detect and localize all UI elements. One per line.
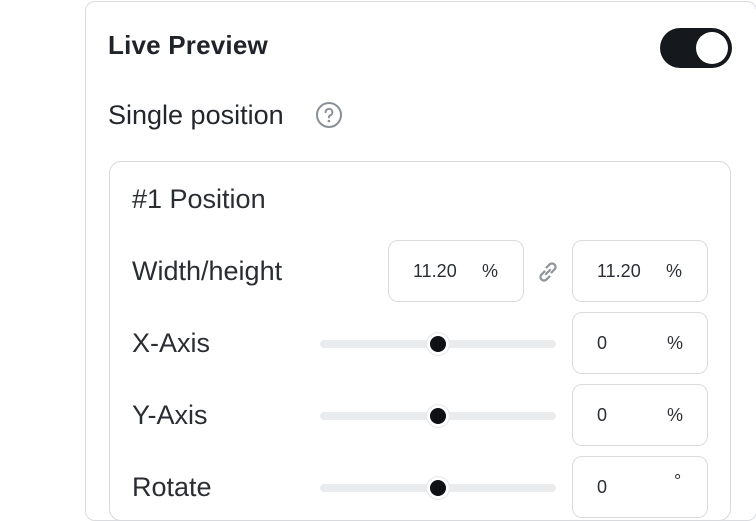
slider-thumb[interactable] (427, 333, 449, 355)
width-input[interactable]: 11.20 % (388, 240, 524, 302)
x-axis-unit: % (667, 333, 684, 353)
position-title: #1 Position (132, 184, 266, 214)
y-axis-input[interactable]: 0 % (572, 384, 708, 446)
live-preview-toggle[interactable] (660, 28, 732, 68)
width-unit: % (482, 261, 499, 281)
question-circle-icon[interactable] (315, 101, 343, 129)
width-value: 11.20 (413, 261, 457, 281)
rotate-label: Rotate (132, 472, 212, 502)
rotate-value: 0 (597, 477, 608, 497)
y-axis-label: Y-Axis (132, 400, 208, 430)
y-axis-unit: % (667, 405, 684, 425)
toggle-knob (696, 32, 728, 64)
height-input[interactable]: 11.20 % (572, 240, 708, 302)
live-preview-title: Live Preview (108, 30, 268, 60)
link-icon[interactable] (533, 257, 563, 287)
single-position-label: Single position (108, 100, 284, 130)
slider-thumb[interactable] (427, 405, 449, 427)
rotate-unit: ° (674, 471, 682, 491)
x-axis-value: 0 (597, 333, 608, 353)
x-axis-slider[interactable] (320, 333, 556, 355)
y-axis-slider[interactable] (320, 405, 556, 427)
x-axis-label: X-Axis (132, 328, 211, 358)
y-axis-value: 0 (597, 405, 608, 425)
x-axis-input[interactable]: 0 % (572, 312, 708, 374)
width-height-label: Width/height (132, 256, 283, 286)
height-unit: % (666, 261, 683, 281)
rotate-input[interactable]: 0 ° (572, 456, 708, 518)
height-value: 11.20 (597, 261, 641, 281)
